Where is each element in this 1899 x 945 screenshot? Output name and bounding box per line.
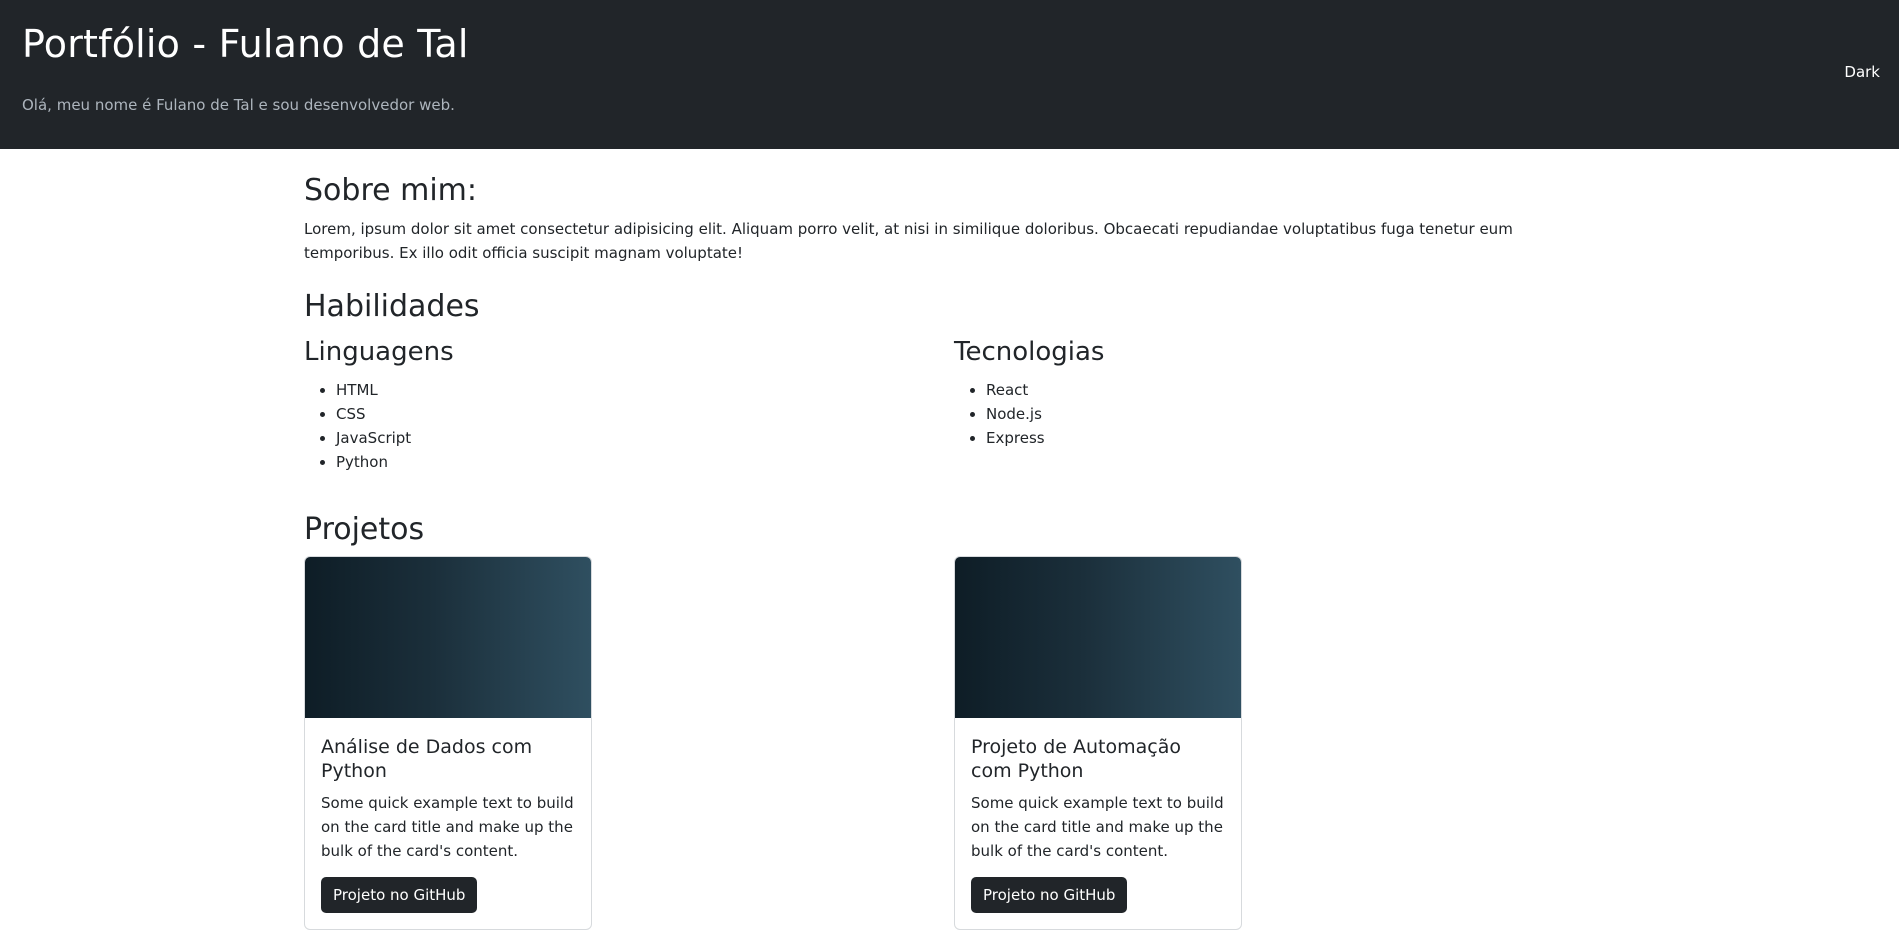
project-cards-row: Análise de Dados com Python Some quick e…: [304, 556, 1604, 931]
project-card-text: Some quick example text to build on the …: [971, 794, 1224, 861]
list-item: HTML: [336, 378, 954, 402]
github-project-button[interactable]: Projeto no GitHub: [971, 877, 1128, 914]
site-header: Portfólio - Fulano de Tal Olá, meu nome …: [0, 0, 1899, 149]
skills-heading: Habilidades: [304, 289, 480, 324]
project-card-title: Análise de Dados com Python: [321, 736, 533, 783]
languages-column: Linguagens HTML CSS JavaScript Python: [304, 333, 954, 474]
project-card: Projeto de Automação com Python Some qui…: [954, 556, 1242, 931]
page-title: Portfólio - Fulano de Tal: [22, 22, 469, 66]
skills-section: Habilidades Linguagens HTML CSS JavaScri…: [304, 289, 1604, 474]
main-content: Sobre mim: Lorem, ipsum dolor sit amet c…: [304, 149, 1604, 931]
list-item: Python: [336, 450, 954, 474]
project-card: Análise de Dados com Python Some quick e…: [304, 556, 592, 931]
list-item: Node.js: [986, 402, 1604, 426]
project-card-title: Projeto de Automação com Python: [971, 736, 1181, 783]
project-card-body: Análise de Dados com Python Some quick e…: [305, 718, 591, 929]
page-subtitle: Olá, meu nome é Fulano de Tal e sou dese…: [22, 95, 455, 114]
languages-list: HTML CSS JavaScript Python: [304, 378, 954, 474]
project-card-text: Some quick example text to build on the …: [321, 794, 574, 861]
list-item: Express: [986, 426, 1604, 450]
github-project-button[interactable]: Projeto no GitHub: [321, 877, 478, 914]
project-card-body: Projeto de Automação com Python Some qui…: [955, 718, 1241, 929]
technologies-heading: Tecnologias: [954, 337, 1105, 367]
technologies-column: Tecnologias React Node.js Express: [954, 333, 1604, 474]
list-item: CSS: [336, 402, 954, 426]
skills-row: Linguagens HTML CSS JavaScript Python Te…: [304, 333, 1604, 474]
about-heading: Sobre mim:: [304, 173, 477, 208]
about-text: Lorem, ipsum dolor sit amet consectetur …: [304, 220, 1513, 262]
list-item: JavaScript: [336, 426, 954, 450]
technologies-list: React Node.js Express: [954, 378, 1604, 450]
about-section: Sobre mim: Lorem, ipsum dolor sit amet c…: [304, 173, 1604, 265]
languages-heading: Linguagens: [304, 337, 454, 367]
project-card-image: [305, 557, 591, 719]
list-item: React: [986, 378, 1604, 402]
projects-heading: Projetos: [304, 512, 425, 548]
projects-section: Projetos Análise de Dados com Python Som…: [304, 512, 1604, 931]
theme-toggle-button[interactable]: Dark: [1844, 63, 1880, 81]
project-card-image: [955, 557, 1241, 719]
